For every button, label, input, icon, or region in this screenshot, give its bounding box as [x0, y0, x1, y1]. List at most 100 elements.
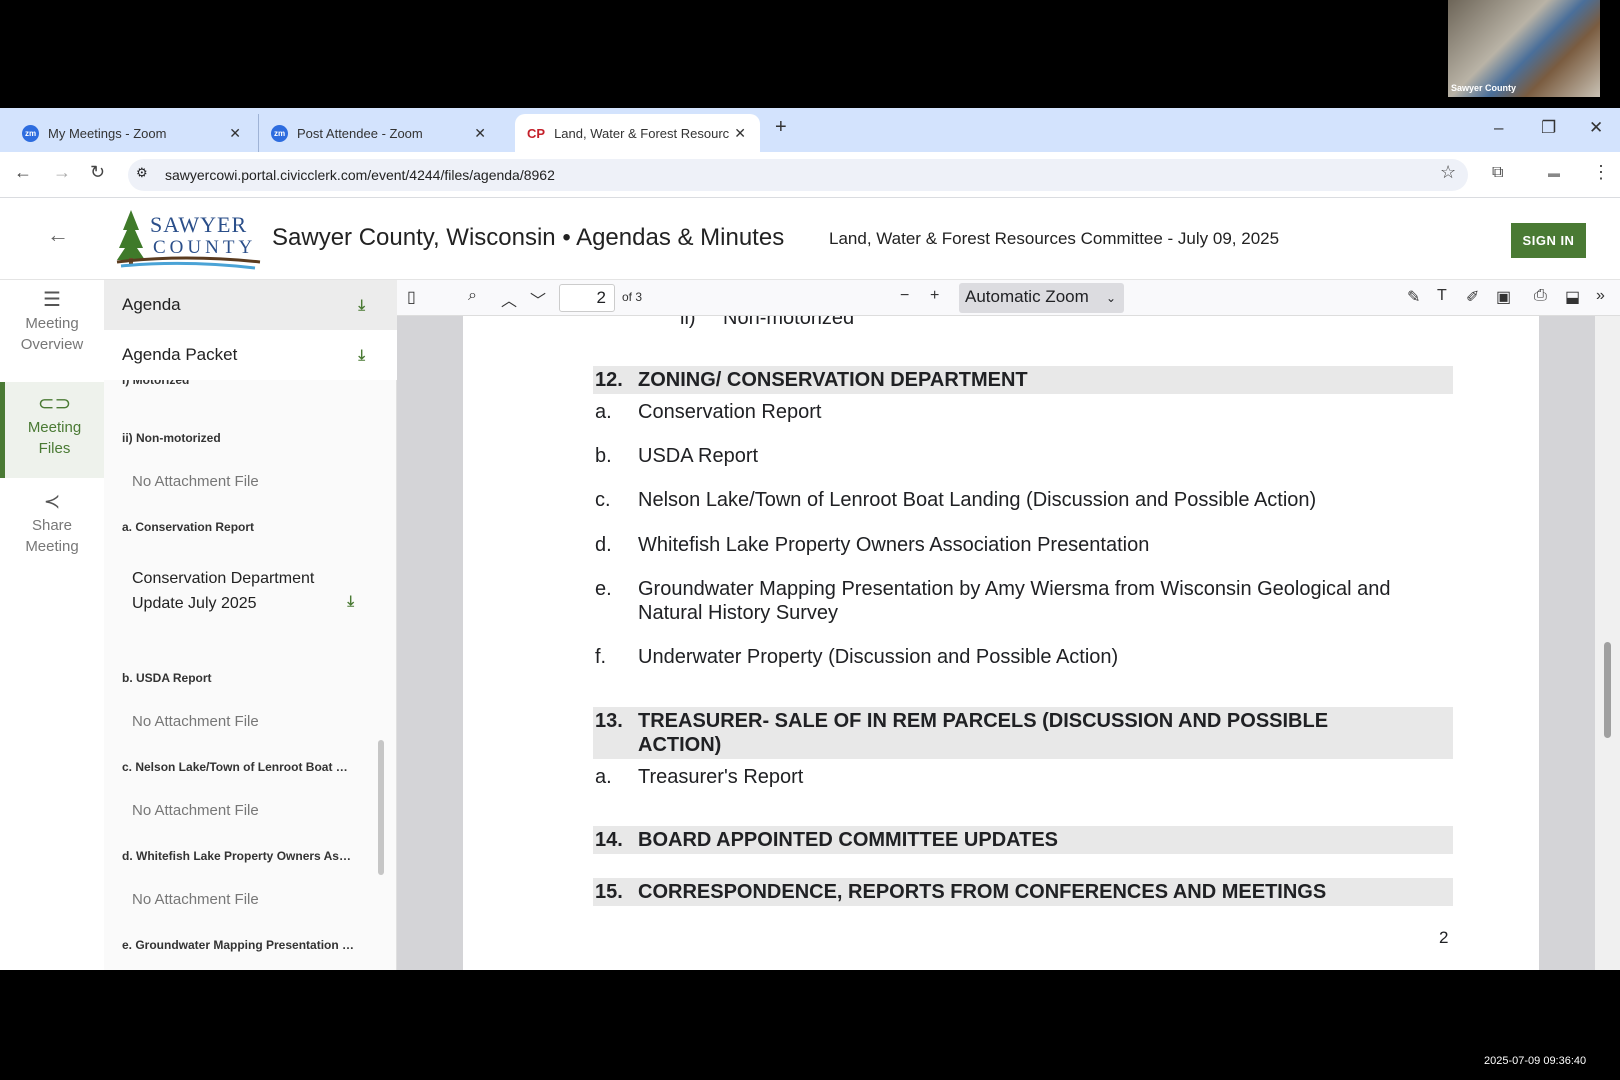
meeting-title: Land, Water & Forest Resources Committee… — [829, 229, 1280, 248]
previous-page-icon[interactable]: ︿ — [501, 287, 517, 311]
files-scrollbar[interactable] — [378, 380, 384, 965]
url-text: sawyercowi.portal.civicclerk.com/event/4… — [165, 167, 555, 183]
list-icon: ☰ — [43, 289, 61, 311]
agenda-row[interactable]: Agenda ⤓ — [104, 280, 397, 330]
reload-icon[interactable]: ↻ — [90, 162, 105, 183]
page-number-input[interactable]: 2 — [559, 284, 615, 312]
download-icon[interactable]: ⤓ — [347, 593, 354, 610]
pdf-viewer: ii) Non-motorized 12. ZONING/ CONSERVATION… — [397, 316, 1620, 970]
page-title: Sawyer County, Wisconsin • Agendas & Min… — [272, 224, 785, 251]
agenda-item: c. Nelson Lake/Town of Lenroot Boat Landi… — [595, 489, 1317, 511]
sidebar-toggle-icon[interactable]: ▯ — [407, 287, 416, 307]
profile-icon[interactable]: ▬ — [1548, 166, 1560, 180]
zoom-out-button[interactable]: − — [900, 287, 909, 305]
tab-my-meetings[interactable]: zm My Meetings - Zoom ✕ — [10, 114, 255, 152]
minimize-button[interactable]: – — [1494, 118, 1503, 138]
chevron-down-icon: ⌄ — [1105, 291, 1116, 305]
search-icon[interactable]: ⌕ — [468, 287, 477, 305]
tab-title: Post Attendee - Zoom — [297, 125, 423, 141]
agenda-item: e. Groundwater Mapping Presentation by Am… — [595, 578, 1391, 624]
menu-icon[interactable]: ⋮ — [1592, 162, 1610, 183]
tab-post-attendee[interactable]: zm Post Attendee - Zoom ✕ — [258, 114, 500, 152]
agenda-item: f. Underwater Property (Discussion and Po… — [595, 646, 1119, 668]
page-count: of 3 — [622, 290, 643, 304]
agenda-item: a. Treasurer's Report — [595, 766, 804, 788]
next-page-icon[interactable]: ﹀ — [530, 287, 546, 311]
no-attachment: No Attachment File — [132, 713, 259, 730]
tab-land-water[interactable]: CP Land, Water & Forest Resource ✕ — [515, 114, 760, 152]
nav-meeting-overview[interactable]: ☰ Meeting Overview — [0, 290, 104, 370]
nav-meeting-files[interactable]: ⊂⊃ Meeting Files — [0, 382, 104, 478]
sawyer-county-logo[interactable]: SAWYER COUNTY — [115, 208, 265, 270]
agenda-item-label: d. Whitefish Lake Property Owners As… — [122, 849, 351, 863]
download-icon[interactable]: ⤓ — [358, 297, 365, 314]
url-input[interactable]: ⚙ sawyercowi.portal.civicclerk.com/event… — [128, 159, 1468, 191]
left-nav: ☰ Meeting Overview ⊂⊃ Meeting Files ≺ Share Me… — [0, 280, 104, 970]
zoom-icon: zm — [271, 124, 288, 142]
no-attachment: No Attachment File — [132, 802, 259, 819]
close-window-button[interactable]: ✕ — [1589, 118, 1603, 138]
civicclerk-icon: CP — [527, 125, 546, 141]
save-icon[interactable]: ⬓ — [1565, 287, 1580, 307]
tab-search-icon[interactable]: ⧉ — [1492, 164, 1503, 182]
agenda-item: b. USDA Report — [595, 445, 759, 467]
timestamp: 2025-07-09 09:36:40 — [1484, 1055, 1587, 1067]
tab-title: Land, Water & Forest Resource — [554, 125, 730, 141]
download-icon[interactable]: ⤓ — [358, 347, 365, 364]
draw-icon[interactable]: ✐ — [1466, 287, 1479, 307]
no-attachment: No Attachment File — [132, 473, 259, 490]
restore-button[interactable]: ❐ — [1541, 118, 1556, 138]
tab-bar: zm My Meetings - Zoom ✕ zm Post Attendee - … — [0, 108, 1620, 152]
highlight-icon[interactable]: ✎ — [1407, 287, 1420, 307]
agenda-item-label: e. Groundwater Mapping Presentation … — [122, 938, 355, 952]
scrollbar-thumb[interactable] — [1604, 642, 1611, 738]
new-tab-button[interactable]: + — [775, 116, 787, 139]
site-header: ← SAWYER COUNTY Sawyer County, Wisconsin… — [0, 198, 1620, 280]
scrollbar-thumb[interactable] — [378, 740, 384, 875]
files-panel: Agenda ⤓ Agenda Packet ⤓ i) Motorized ii) … — [104, 280, 397, 970]
no-attachment: No Attachment File — [132, 891, 259, 908]
file-link[interactable]: Conservation Department Update July 2025 — [132, 566, 322, 616]
agenda-item-label: a. Conservation Report — [122, 520, 255, 534]
close-icon[interactable]: ✕ — [474, 125, 486, 142]
close-icon[interactable]: ✕ — [229, 125, 241, 142]
share-icon: ≺ — [43, 491, 61, 513]
section-heading-15: 15. CORRESPONDENCE, REPORTS FROM CONFEREN… — [593, 878, 1453, 906]
agenda-item-label: i) Motorized — [122, 380, 190, 387]
section-heading-12: 12. ZONING/ CONSERVATION DEPARTMENT — [593, 366, 1453, 394]
pdf-scrollbar[interactable] — [1595, 316, 1620, 970]
agenda-item: ii) Non-motorized — [680, 316, 855, 329]
zoom-icon: zm — [22, 124, 39, 142]
bookmark-star-icon[interactable]: ☆ — [1440, 162, 1456, 183]
text-icon[interactable]: T — [1437, 287, 1447, 305]
pdf-page: ii) Non-motorized 12. ZONING/ CONSERVATION… — [463, 316, 1539, 970]
agenda-item-label: b. USDA Report — [122, 671, 212, 685]
section-heading-13: 13. TREASURER- SALE OF IN REM PARCELS (DI… — [593, 707, 1453, 759]
page-number: 2 — [1439, 928, 1449, 947]
zoom-select[interactable]: Automatic Zoom ⌄ — [959, 283, 1124, 313]
sign-in-button[interactable]: SIGN IN — [1511, 223, 1586, 258]
svg-text:SAWYER: SAWYER — [150, 212, 247, 237]
back-icon[interactable]: ← — [14, 162, 32, 183]
participant-video: Sawyer County — [1448, 0, 1600, 97]
agenda-packet-row[interactable]: Agenda Packet ⤓ — [104, 330, 397, 380]
zoom-in-button[interactable]: + — [930, 287, 939, 305]
video-label: Sawyer County — [1451, 83, 1517, 93]
agenda-item-label: ii) Non-motorized — [122, 431, 221, 445]
more-tools-icon[interactable]: » — [1596, 287, 1605, 305]
agenda-item: d. Whitefish Lake Property Owners Associa… — [595, 534, 1150, 556]
paperclip-icon: ⊂⊃ — [37, 393, 72, 415]
address-bar-row: ← → ↻ ⚙ sawyercowi.portal.civicclerk.com… — [0, 152, 1620, 198]
site-info-icon[interactable]: ⚙ — [136, 165, 148, 181]
section-heading-14: 14. BOARD APPOINTED COMMITTEE UPDATES — [593, 826, 1453, 854]
print-icon[interactable]: ⎙ — [1534, 287, 1547, 305]
agenda-item-label: c. Nelson Lake/Town of Lenroot Boat … — [122, 760, 348, 774]
back-arrow-icon[interactable]: ← — [47, 222, 69, 248]
forward-icon[interactable]: → — [53, 162, 71, 183]
nav-share-meeting[interactable]: ≺ Share Meeting — [0, 492, 104, 572]
pdf-toolbar: ▯ ⌕ ︿ ﹀ 2 of 3 − + Automatic Zoom ⌄ ✎ T ✐… — [397, 280, 1620, 316]
svg-text:COUNTY: COUNTY — [153, 237, 256, 258]
image-icon[interactable]: ▣ — [1496, 287, 1511, 307]
agenda-item: a. Conservation Report — [595, 401, 822, 423]
close-icon[interactable]: ✕ — [734, 125, 746, 142]
